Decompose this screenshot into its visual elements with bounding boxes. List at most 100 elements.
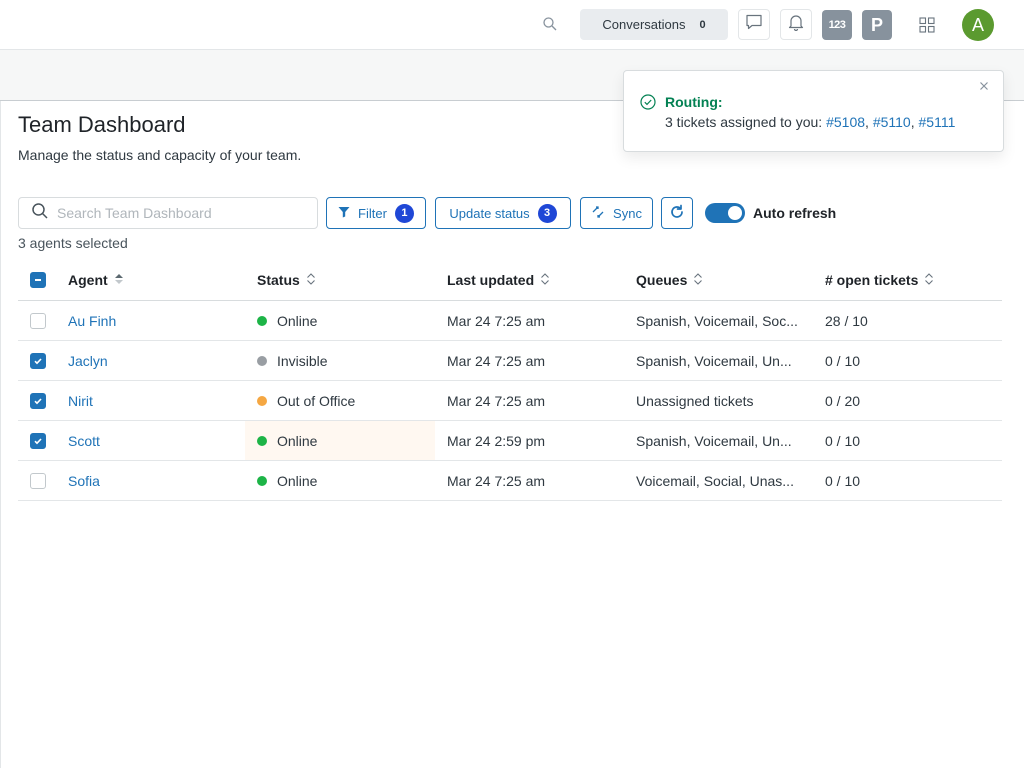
agent-link[interactable]: Scott [68,433,100,449]
last-updated-cell: Mar 24 2:59 pm [447,432,546,449]
row-checkbox[interactable] [30,352,46,369]
search-icon [31,202,49,225]
select-all-checkbox[interactable] [30,272,46,288]
agent-cell: Scott [68,421,100,460]
table-row[interactable]: Jaclyn Invisible Mar 24 7:25 am Spanish, Vo… [18,341,1002,381]
column-label: # open tickets [825,272,919,288]
update-status-label: Update status [449,205,530,221]
update-status-count-badge: 3 [537,203,557,223]
agent-cell: Au Finh [68,301,116,340]
agent-cell: Jaclyn [68,341,108,380]
table-header: Agent Status Last updated Queues # open … [18,260,1002,301]
row-checkbox[interactable] [30,392,46,409]
queues-cell: Spanish, Voicemail, Soc... [636,312,798,329]
bell-icon [787,13,805,36]
refresh-button[interactable] [661,197,693,229]
routing-toast: Routing: 3 tickets assigned to you: #510… [623,70,1004,152]
column-label: Agent [68,272,108,288]
sync-icon [591,205,605,222]
table-body: Au Finh Online Mar 24 7:25 am Spanish, Voic… [18,301,1002,501]
column-label: Status [257,272,300,288]
status-text: Online [277,432,318,449]
status-text: Online [277,472,318,489]
ticket-link[interactable]: #5111 [919,114,956,130]
status-text: Out of Office [277,392,356,409]
status-cell: Online [245,421,435,460]
search-icon[interactable] [542,16,558,32]
column-header-open-tickets[interactable]: # open tickets [825,260,934,300]
auto-refresh-label: Auto refresh [753,205,837,221]
ticket-link[interactable]: #5108 [826,114,865,130]
sync-button[interactable]: Sync [580,197,653,229]
conversations-button[interactable]: Conversations 0 [580,9,728,40]
agent-link[interactable]: Sofia [68,473,100,489]
row-checkbox[interactable] [30,312,46,329]
status-dot-icon [257,395,267,406]
last-updated-cell: Mar 24 7:25 am [447,352,546,369]
open-tickets-cell: 0 / 10 [825,432,861,449]
status-cell: Out of Office [245,381,435,420]
column-header-last-updated[interactable]: Last updated [447,260,550,300]
last-updated-cell: Mar 24 7:25 am [447,472,546,489]
row-select-cell [30,341,46,380]
row-checkbox[interactable] [30,472,46,489]
top-bar: Conversations 0 123 P A [0,0,1024,50]
success-check-icon [640,94,656,115]
open-tickets-cell: 0 / 10 [825,352,861,369]
search-field[interactable] [18,197,318,229]
table-row[interactable]: Sofia Online Mar 24 7:25 am Voicemail, Soci… [18,461,1002,501]
table-row[interactable]: Nirit Out of Office Mar 24 7:25 am Unassign… [18,381,1002,421]
status-dot-icon [257,315,267,326]
status-text: Online [277,312,318,329]
page-subtitle: Manage the status and capacity of your t… [18,147,302,163]
filter-count-badge: 1 [394,203,414,223]
toast-title: Routing: [665,94,723,110]
select-all-cell [30,260,46,300]
close-icon[interactable] [977,79,991,93]
app-123-button[interactable]: 123 [822,10,852,40]
app-p-button[interactable]: P [862,10,892,40]
chat-bubble-icon [745,13,763,36]
agent-link[interactable]: Jaclyn [68,353,108,369]
search-input[interactable] [57,205,297,221]
auto-refresh-toggle[interactable] [705,203,745,223]
queues-cell: Unassigned tickets [636,392,754,409]
queues-cell: Spanish, Voicemail, Un... [636,352,792,369]
queues-cell: Voicemail, Social, Unas... [636,472,794,489]
agent-cell: Nirit [68,381,93,420]
sort-icon [693,272,703,288]
conversations-count: 0 [699,18,706,31]
row-select-cell [30,381,46,420]
notifications-button[interactable] [780,9,812,40]
agent-link[interactable]: Au Finh [68,313,116,329]
agent-cell: Sofia [68,461,100,500]
status-text: Invisible [277,352,328,369]
status-dot-icon [257,355,267,366]
column-header-status[interactable]: Status [245,260,316,300]
sort-ascending-icon [114,272,124,288]
filter-button[interactable]: Filter 1 [326,197,426,229]
row-checkbox[interactable] [30,432,46,449]
toast-message: 3 tickets assigned to you: #5108, #5110,… [665,114,955,130]
open-tickets-cell: 28 / 10 [825,312,868,329]
conversations-label: Conversations [602,17,686,32]
separator: , [910,114,919,130]
ticket-link[interactable]: #5110 [873,114,911,130]
sort-icon [924,272,934,288]
sort-icon [306,272,316,288]
agents-table: Agent Status Last updated Queues # open … [18,260,1002,501]
table-row[interactable]: Scott Online Mar 24 2:59 pm Spanish, Voicem… [18,421,1002,461]
chat-button[interactable] [738,9,770,40]
table-row[interactable]: Au Finh Online Mar 24 7:25 am Spanish, Voic… [18,301,1002,341]
update-status-button[interactable]: Update status 3 [435,197,571,229]
selected-count: 3 agents selected [18,235,128,251]
column-header-queues[interactable]: Queues [636,260,703,300]
grid-icon[interactable] [919,17,935,33]
status-cell: Invisible [245,341,435,380]
column-header-agent[interactable]: Agent [68,260,124,300]
avatar[interactable]: A [962,9,994,41]
row-select-cell [30,421,46,460]
agent-link[interactable]: Nirit [68,393,93,409]
status-dot-icon [257,435,267,446]
toggle-knob [728,206,742,220]
